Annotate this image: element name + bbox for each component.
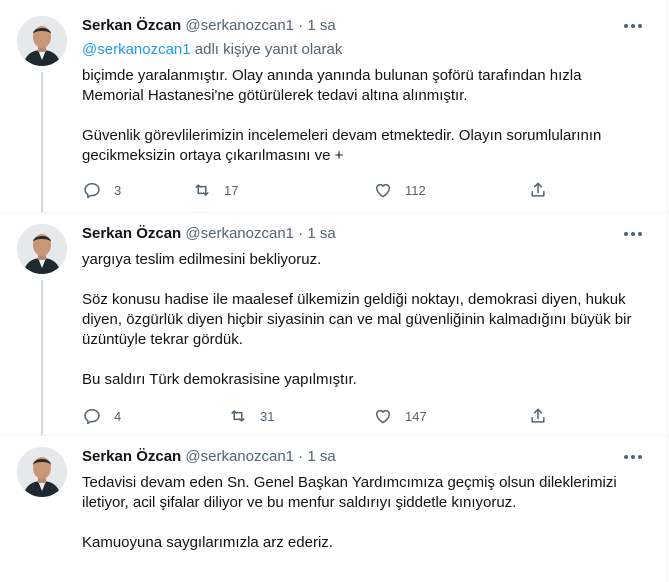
tweet[interactable]: Serkan Özcan @serkanozcan1 · 1 sa @serka… (0, 0, 667, 213)
retweet-button[interactable]: 17 (192, 180, 238, 200)
timestamp[interactable]: 1 sa (307, 225, 335, 242)
tweet-text: yargıya teslim edilmesini bekliyoruz. Sö… (82, 250, 642, 390)
tweet-header: Serkan Özcan @serkanozcan1 · 1 sa (82, 16, 336, 36)
like-button[interactable]: 112 (373, 180, 426, 200)
author-name[interactable]: Serkan Özcan (82, 448, 181, 465)
tweet-paragraph: Güvenlik görevlilerimizin incelemeleri d… (82, 127, 602, 164)
separator-dot: · (298, 225, 304, 242)
like-icon (376, 409, 390, 424)
reply-button[interactable]: 3 (82, 180, 121, 200)
author-handle[interactable]: @serkanozcan1 (185, 448, 294, 465)
reply-count: 4 (114, 408, 122, 424)
retweet-icon (195, 184, 209, 196)
tweet-paragraph: Kamuoyuna saygılarımızla arz ederiz. (82, 534, 333, 551)
thread-line (41, 280, 43, 435)
like-count: 112 (405, 182, 426, 198)
separator-dot: · (298, 448, 304, 465)
author-name[interactable]: Serkan Özcan (82, 17, 181, 34)
tweet-header: Serkan Özcan @serkanozcan1 · 1 sa (82, 447, 336, 467)
avatar[interactable] (17, 447, 67, 497)
avatar[interactable] (17, 224, 67, 274)
share-icon (531, 182, 545, 197)
retweet-count: 17 (224, 182, 239, 198)
tweet[interactable]: Serkan Özcan @serkanozcan1 · 1 sa yargıy… (0, 212, 667, 436)
more-button[interactable] (621, 224, 645, 244)
reply-button[interactable]: 4 (82, 406, 121, 426)
like-icon (376, 183, 390, 198)
timestamp[interactable]: 1 sa (307, 17, 335, 34)
retweet-icon (231, 410, 245, 422)
tweet-text: Tedavisi devam eden Sn. Genel Başkan Yar… (82, 473, 642, 553)
reply-icon (84, 183, 100, 199)
avatar[interactable] (17, 16, 67, 66)
more-icon (624, 24, 642, 28)
share-button[interactable] (528, 180, 548, 200)
like-count: 147 (405, 408, 427, 424)
retweet-button[interactable]: 31 (228, 406, 274, 426)
tweet-paragraph: yargıya teslim edilmesini bekliyoruz. (82, 251, 322, 268)
tweet[interactable]: Serkan Özcan @serkanozcan1 · 1 sa Tedavi… (0, 435, 667, 582)
timeline: Serkan Özcan @serkanozcan1 · 1 sa @serka… (0, 0, 668, 582)
author-name[interactable]: Serkan Özcan (82, 225, 181, 242)
reply-context-text: adlı kişiye yanıt olarak (190, 41, 343, 58)
tweet-paragraph: biçimde yaralanmıştır. Olay anında yanın… (82, 67, 582, 104)
more-button[interactable] (621, 447, 645, 467)
reply-handle-link[interactable]: @serkanozcan1 (82, 41, 191, 58)
reply-icon (84, 409, 100, 425)
timestamp[interactable]: 1 sa (307, 448, 335, 465)
share-icon (531, 408, 545, 423)
share-button[interactable] (528, 406, 548, 426)
author-handle[interactable]: @serkanozcan1 (185, 225, 294, 242)
tweet-paragraph: Söz konusu hadise ile maalesef ülkemizin… (82, 291, 632, 348)
author-handle[interactable]: @serkanozcan1 (185, 17, 294, 34)
retweet-count: 31 (260, 408, 275, 424)
tweet-text: biçimde yaralanmıştır. Olay anında yanın… (82, 66, 642, 166)
more-icon (624, 455, 642, 459)
tweet-header: Serkan Özcan @serkanozcan1 · 1 sa (82, 224, 336, 244)
reply-context: @serkanozcan1 adlı kişiye yanıt olarak (82, 40, 342, 60)
separator-dot: · (298, 17, 304, 34)
like-button[interactable]: 147 (373, 406, 427, 426)
reply-count: 3 (114, 182, 122, 198)
thread-line (41, 72, 43, 212)
more-icon (624, 232, 642, 236)
tweet-paragraph: Bu saldırı Türk demokrasisine yapılmıştı… (82, 371, 357, 388)
more-button[interactable] (621, 16, 645, 36)
tweet-paragraph: Tedavisi devam eden Sn. Genel Başkan Yar… (82, 474, 617, 511)
